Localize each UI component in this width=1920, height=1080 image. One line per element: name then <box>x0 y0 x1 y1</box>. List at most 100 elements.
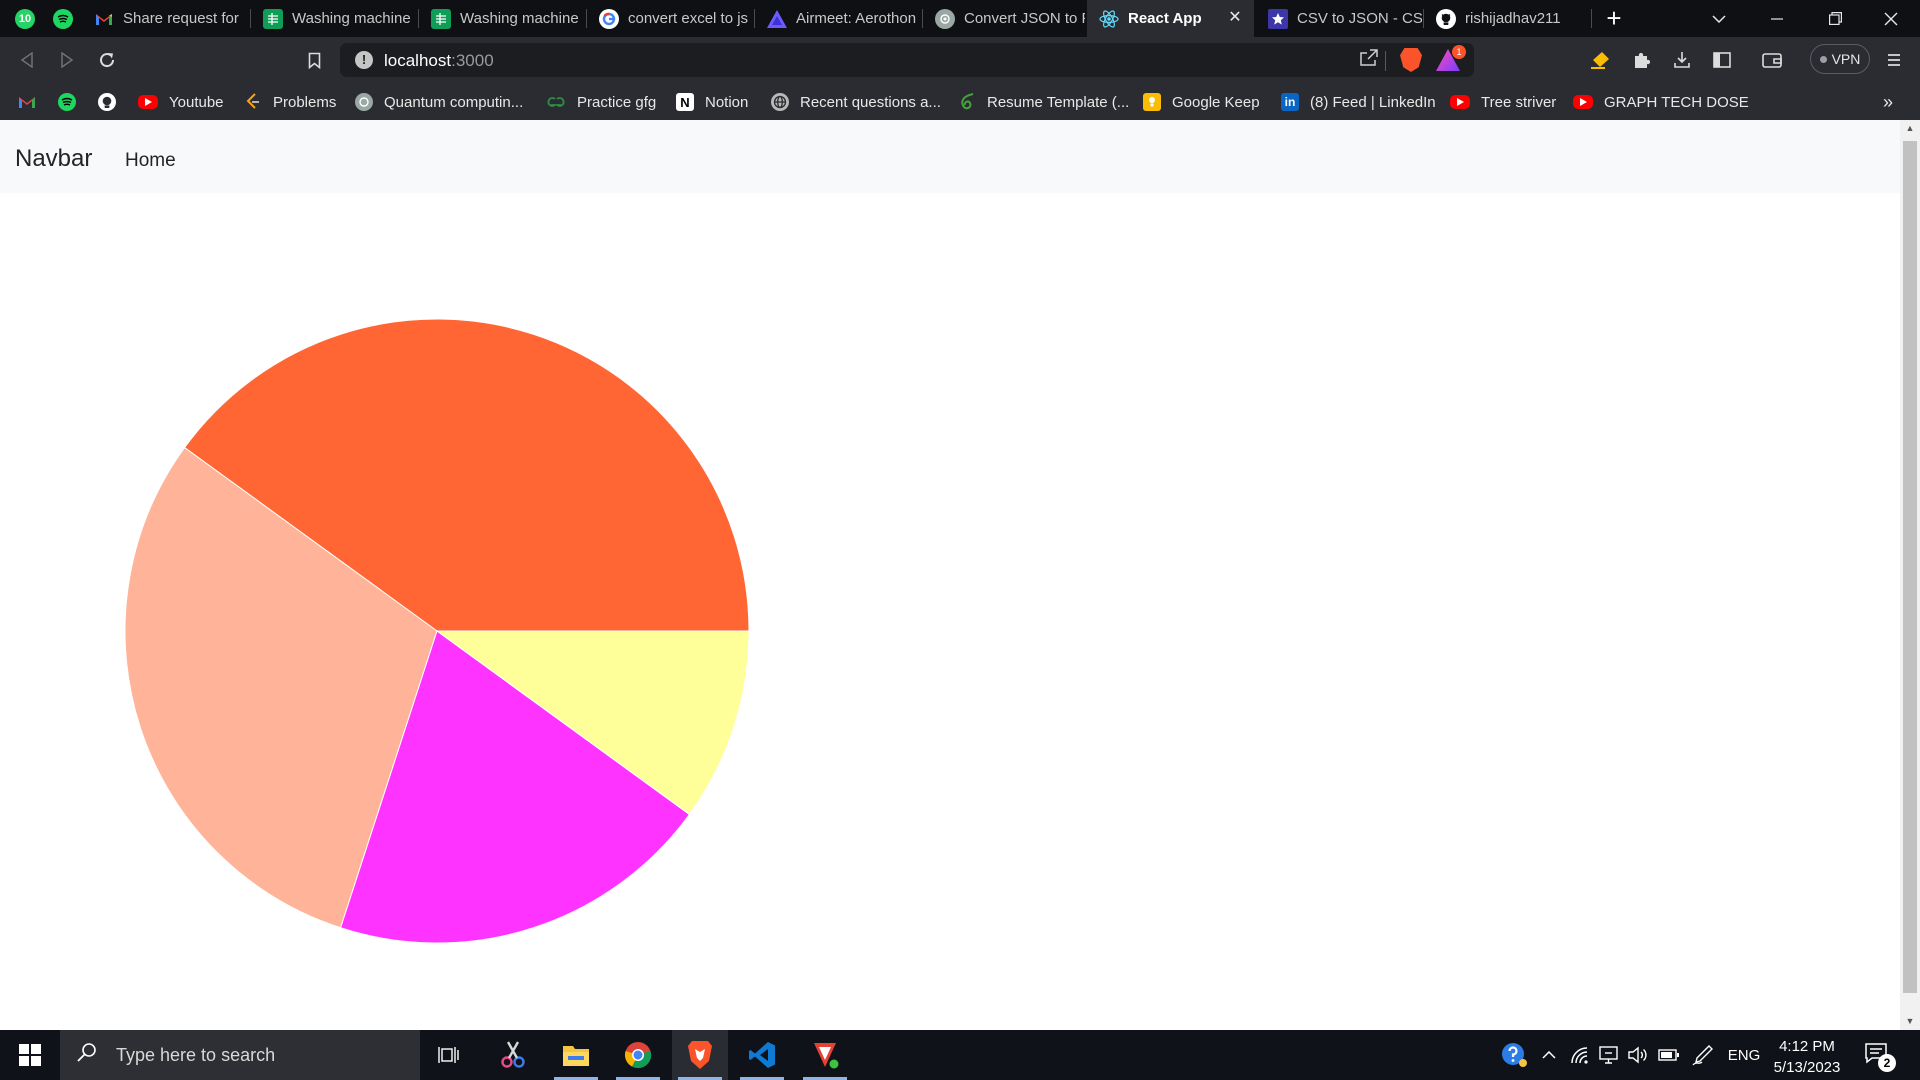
chatgpt-icon <box>355 93 373 111</box>
tab-label: React App <box>1128 10 1202 27</box>
close-window-button[interactable] <box>1862 0 1920 37</box>
more-bookmarks-button[interactable]: » <box>1883 92 1893 113</box>
spotify-icon <box>58 93 76 111</box>
wallet-button[interactable] <box>1757 45 1787 75</box>
new-tab-button[interactable]: + <box>1599 3 1629 33</box>
reload-button[interactable] <box>92 45 122 75</box>
bookmark-tree-striver[interactable]: Tree striver <box>1450 84 1556 120</box>
taskbar-task-view[interactable] <box>421 1030 477 1080</box>
tab-3[interactable]: convert excel to js <box>587 0 753 37</box>
bookmark-gfg[interactable]: Practice gfg <box>546 84 656 120</box>
task-view-icon <box>438 1047 459 1063</box>
bookmark-label: Problems <box>273 93 337 111</box>
start-button[interactable] <box>0 1030 60 1080</box>
tray-clock[interactable]: 4:12 PM 5/13/2023 <box>1766 1036 1848 1078</box>
bookmarks-bar: Youtube Problems Quantum computin... Pra… <box>0 84 1920 120</box>
address-bar[interactable]: ! localhost:3000 1 <box>340 43 1474 77</box>
scroll-down-icon[interactable]: ▼ <box>1900 1013 1920 1030</box>
tab-search-button[interactable] <box>1690 0 1748 37</box>
tab-6[interactable]: React App ✕ <box>1087 0 1254 37</box>
tab-8[interactable]: rishijadhav211 <box>1424 0 1590 37</box>
close-icon[interactable]: ✕ <box>1226 9 1244 27</box>
restore-icon <box>1828 12 1842 25</box>
bookmark-label: (8) Feed | LinkedIn <box>1310 93 1436 111</box>
tab-5[interactable]: Convert JSON to F <box>923 0 1085 37</box>
bookmark-resume-template[interactable]: Resume Template (... <box>958 84 1129 120</box>
tray-network[interactable] <box>1568 1030 1592 1080</box>
downloads-button[interactable] <box>1667 45 1697 75</box>
bookmark-label: Resume Template (... <box>987 93 1130 111</box>
forward-button[interactable] <box>52 45 82 75</box>
download-icon <box>1674 52 1690 68</box>
tray-help[interactable] <box>1500 1030 1530 1080</box>
taskbar-brave[interactable] <box>672 1030 728 1080</box>
google-icon <box>599 8 619 29</box>
minimize-button[interactable] <box>1748 0 1806 37</box>
address-url: localhost:3000 <box>384 51 494 71</box>
plus-icon: + <box>1606 3 1622 33</box>
sidebar-button[interactable] <box>1707 45 1737 75</box>
vscode-icon <box>749 1042 775 1068</box>
taskbar-file-explorer[interactable] <box>548 1030 604 1080</box>
taskbar-snipping-tool[interactable] <box>485 1030 541 1080</box>
bookmark-page-button[interactable] <box>299 45 329 75</box>
back-button[interactable] <box>12 45 42 75</box>
tab-1[interactable]: Washing machine <box>251 0 417 37</box>
omnibox-divider <box>1385 51 1386 71</box>
taskbar-chrome[interactable] <box>610 1030 666 1080</box>
restore-button[interactable] <box>1806 0 1864 37</box>
tray-volume[interactable] <box>1626 1030 1650 1080</box>
react-icon <box>1099 9 1119 29</box>
tab-7[interactable]: CSV to JSON - CSV <box>1256 0 1422 37</box>
menu-button[interactable] <box>1879 45 1909 75</box>
taskbar-vscode[interactable] <box>734 1030 790 1080</box>
navbar: Navbar Home <box>0 120 1900 193</box>
bookmark-spotify[interactable] <box>58 84 76 120</box>
navbar-brand[interactable]: Navbar <box>15 145 92 173</box>
back-icon <box>20 52 33 68</box>
bookmark-quantum[interactable]: Quantum computin... <box>355 84 523 120</box>
bookmark-github[interactable] <box>98 84 116 120</box>
tray-language[interactable]: ENG <box>1726 1030 1762 1080</box>
tray-overflow[interactable] <box>1537 1030 1561 1080</box>
nav-link-home[interactable]: Home <box>125 150 176 172</box>
scrollbar-thumb[interactable] <box>1903 141 1917 993</box>
bookmark-problems[interactable]: Problems <box>244 84 336 120</box>
pie-chart <box>124 318 750 944</box>
bookmark-notion[interactable]: N Notion <box>676 84 748 120</box>
scroll-up-icon[interactable]: ▲ <box>1900 120 1920 137</box>
snipping-tool-icon <box>501 1041 525 1068</box>
tab-4[interactable]: Airmeet: Aerothon <box>755 0 921 37</box>
taskbar-vlc[interactable] <box>797 1030 853 1080</box>
vpn-button[interactable]: VPN <box>1810 44 1870 74</box>
page-viewport: Navbar Home ▲ ▼ <box>0 120 1920 1030</box>
bookmark-label: Recent questions a... <box>800 93 941 111</box>
github-icon <box>1436 8 1456 29</box>
bookmark-icon <box>308 52 320 69</box>
screen: 10 Share request for Washing machine Was… <box>0 0 1920 1080</box>
tab-2[interactable]: Washing machine <box>419 0 585 37</box>
page-scrollbar[interactable]: ▲ ▼ <box>1900 120 1920 1030</box>
tray-battery[interactable] <box>1656 1030 1682 1080</box>
vpn-label: VPN <box>1831 51 1861 67</box>
tray-display[interactable] <box>1597 1030 1621 1080</box>
brave-icon <box>688 1041 712 1069</box>
bookmark-youtube[interactable]: Youtube <box>138 84 224 120</box>
share-icon[interactable] <box>1359 49 1379 72</box>
tray-pen[interactable] <box>1690 1030 1716 1080</box>
bookmark-label: GRAPH TECH DOSE <box>1604 93 1749 111</box>
tab-0[interactable]: Share request for <box>82 0 249 37</box>
search-input[interactable] <box>116 1044 416 1066</box>
bookmark-graph-tech-dose[interactable]: GRAPH TECH DOSE <box>1573 84 1749 120</box>
site-info-icon[interactable]: ! <box>355 51 373 69</box>
pinned-tab-spotify[interactable] <box>46 0 80 37</box>
bookmark-linkedin[interactable]: in (8) Feed | LinkedIn <box>1281 84 1436 120</box>
pinned-tab-whatsapp[interactable]: 10 <box>8 0 42 37</box>
extension-highlighter[interactable] <box>1586 45 1616 75</box>
brave-shields-icon[interactable] <box>1400 48 1422 72</box>
bookmark-gmail[interactable] <box>18 84 36 120</box>
bookmark-google-keep[interactable]: Google Keep <box>1143 84 1260 120</box>
extensions-button[interactable] <box>1627 45 1657 75</box>
taskbar-search[interactable] <box>60 1030 420 1080</box>
bookmark-recent-questions[interactable]: Recent questions a... <box>771 84 941 120</box>
